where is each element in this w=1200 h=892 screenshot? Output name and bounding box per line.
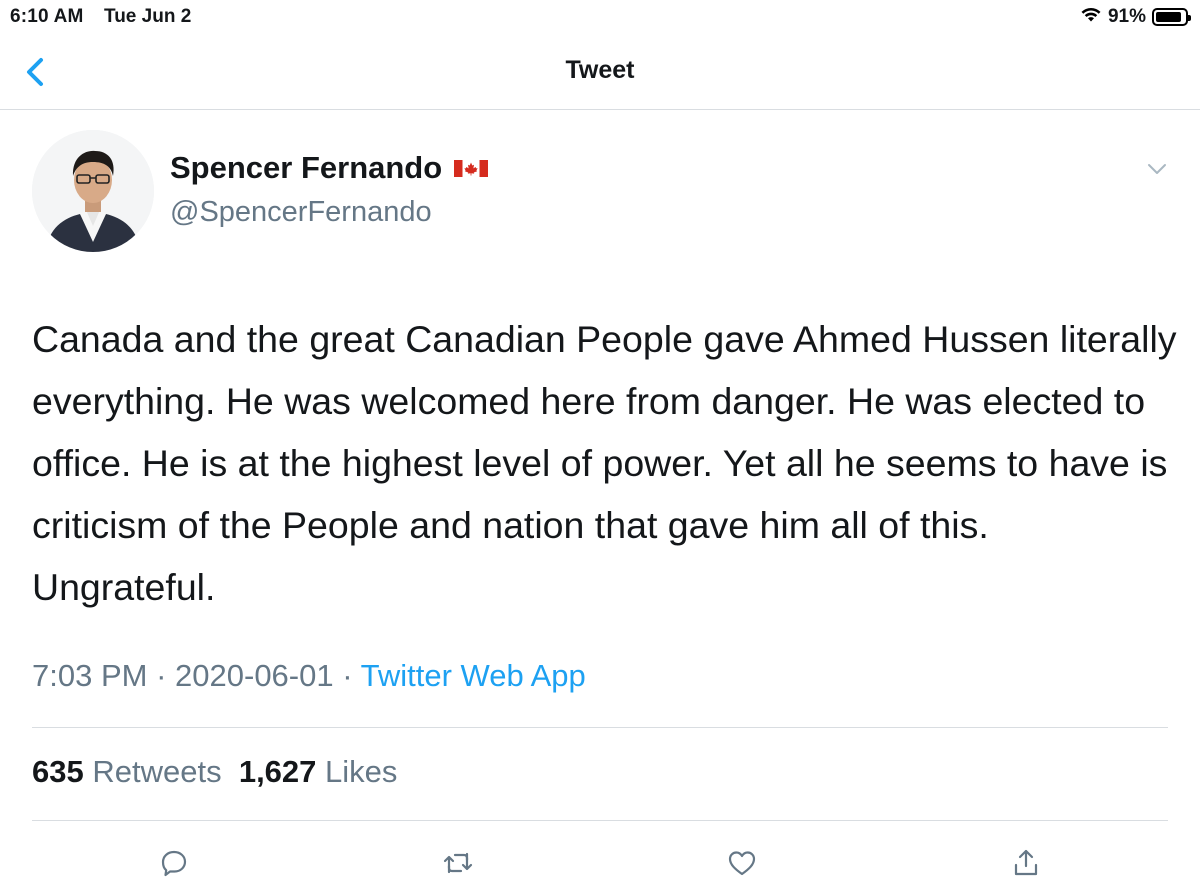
chevron-down-icon (1148, 164, 1166, 174)
likes-label: Likes (325, 754, 398, 789)
user-handle[interactable]: @SpencerFernando (170, 196, 432, 229)
reply-button[interactable] (154, 843, 194, 883)
likes-count: 1,627 (238, 754, 317, 789)
display-name[interactable]: Spencer Fernando (170, 150, 442, 186)
battery-icon (1152, 7, 1191, 26)
divider (32, 820, 1168, 821)
tweet-menu-button[interactable] (1146, 162, 1168, 176)
like-icon (728, 851, 756, 876)
tweet-source-link[interactable]: Twitter Web App (361, 658, 586, 693)
tweet-author: Spencer Fernando @SpencerFernando (32, 128, 1182, 258)
tweet-text: Canada and the great Canadian People gav… (32, 318, 1177, 608)
status-indicators: 91% (1080, 5, 1191, 28)
retweets-count: 635 (32, 754, 84, 789)
retweets-label: Retweets (92, 754, 222, 789)
nav-bar: Tweet (0, 34, 1200, 110)
tweet-actions (0, 843, 1200, 883)
wifi-icon (1080, 5, 1102, 28)
avatar[interactable] (32, 130, 154, 252)
likes-stat[interactable]: 1,627 Likes (239, 754, 398, 789)
tweet-stats: 635 Retweets 1,627 Likes (32, 754, 397, 790)
canada-flag-icon (454, 159, 489, 177)
status-bar: 6:10 AM Tue Jun 2 91% (0, 0, 1200, 34)
meta-separator: · (156, 658, 167, 693)
status-date: Tue Jun 2 (104, 6, 192, 27)
share-button[interactable] (1006, 843, 1046, 883)
like-button[interactable] (722, 843, 762, 883)
divider (32, 727, 1168, 728)
page-title: Tweet (565, 56, 635, 84)
retweets-stat[interactable]: 635 Retweets (32, 754, 222, 789)
display-name-row: Spencer Fernando (170, 150, 489, 186)
profile-photo (32, 130, 154, 252)
tweet-metadata: 7:03 PM · 2020-06-01 · Twitter Web App (32, 658, 586, 694)
battery-percent: 91% (1107, 5, 1146, 27)
share-icon (1014, 849, 1038, 876)
reply-icon (161, 850, 187, 877)
tweet-date: 2020-06-01 (175, 658, 334, 693)
tweet-time: 7:03 PM (32, 658, 148, 693)
retweet-icon (443, 852, 473, 874)
retweet-button[interactable] (438, 843, 478, 883)
status-time: 6:10 AM (10, 6, 84, 27)
meta-separator: · (342, 658, 353, 693)
